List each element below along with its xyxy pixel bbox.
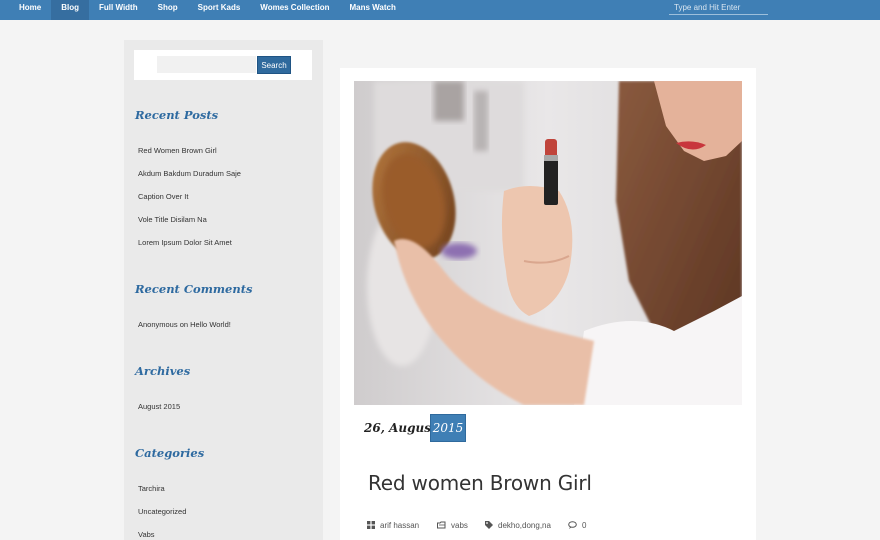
- top-navigation-bar: Home Blog Full Width Shop Sport Kads Wom…: [0, 0, 880, 20]
- recent-comment-item: Anonymous on Hello World!: [138, 320, 231, 329]
- nav-item-blog[interactable]: Blog: [51, 0, 90, 20]
- category-link[interactable]: Vabs: [138, 530, 155, 539]
- post-author: arif hassan: [380, 520, 420, 530]
- recent-post-link[interactable]: Caption Over It: [138, 192, 188, 201]
- sidebar-search-input[interactable]: [157, 56, 256, 73]
- comment-icon: [568, 521, 577, 529]
- nav-item-shop[interactable]: Shop: [148, 0, 188, 20]
- recent-comments-title: Recent Comments: [135, 282, 253, 296]
- sidebar: Search Recent Posts Red Women Brown Girl…: [124, 40, 323, 540]
- comment-post-link[interactable]: Hello World!: [190, 320, 231, 329]
- header-search-input[interactable]: [669, 0, 768, 15]
- nav-item-womes-collection[interactable]: Womes Collection: [250, 0, 339, 20]
- post-meta-comments[interactable]: 0: [568, 519, 586, 531]
- post-meta-author[interactable]: arif hassan: [367, 519, 419, 531]
- recent-post-link[interactable]: Red Women Brown Girl: [138, 146, 217, 155]
- post-meta-tags[interactable]: dekho,dong,na: [485, 519, 551, 531]
- comment-author: Anonymous: [138, 320, 178, 329]
- search-button[interactable]: Search: [257, 56, 291, 74]
- post-featured-image[interactable]: [354, 81, 742, 405]
- comment-connector: on: [179, 320, 189, 329]
- post-meta-category[interactable]: vabs: [437, 519, 468, 531]
- tag-icon: [485, 521, 493, 529]
- folder-icon: [437, 521, 446, 529]
- recent-post-link[interactable]: Lorem Ipsum Dolor Sit Amet: [138, 238, 232, 247]
- sidebar-search-widget: Search: [134, 50, 312, 80]
- grid-icon: [367, 521, 375, 529]
- recent-posts-title: Recent Posts: [135, 108, 219, 122]
- nav-item-full-width[interactable]: Full Width: [89, 0, 148, 20]
- blog-post: 26, August 2015 Red women Brown Girl ari…: [340, 68, 756, 540]
- nav-item-mans-watch[interactable]: Mans Watch: [339, 0, 405, 20]
- recent-post-link[interactable]: Vole Title Disilam Na: [138, 215, 207, 224]
- post-date-year-badge: 2015: [430, 414, 466, 442]
- post-date-day: 26, August: [364, 421, 437, 435]
- archives-title: Archives: [135, 364, 191, 378]
- nav-item-home[interactable]: Home: [9, 0, 51, 20]
- archive-link[interactable]: August 2015: [138, 402, 180, 411]
- recent-post-link[interactable]: Akdum Bakdum Duradum Saje: [138, 169, 241, 178]
- main-menu: Home Blog Full Width Shop Sport Kads Wom…: [9, 0, 406, 20]
- post-category: vabs: [451, 520, 468, 530]
- comment-count: 0: [582, 520, 587, 530]
- nav-item-sport-kads[interactable]: Sport Kads: [188, 0, 251, 20]
- post-title[interactable]: Red women Brown Girl: [368, 471, 592, 495]
- category-link[interactable]: Uncategorized: [138, 507, 186, 516]
- categories-title: Categories: [135, 446, 205, 460]
- woman-lipstick-photo: [354, 81, 742, 405]
- category-link[interactable]: Tarchira: [138, 484, 165, 493]
- post-tags: dekho,dong,na: [498, 520, 551, 530]
